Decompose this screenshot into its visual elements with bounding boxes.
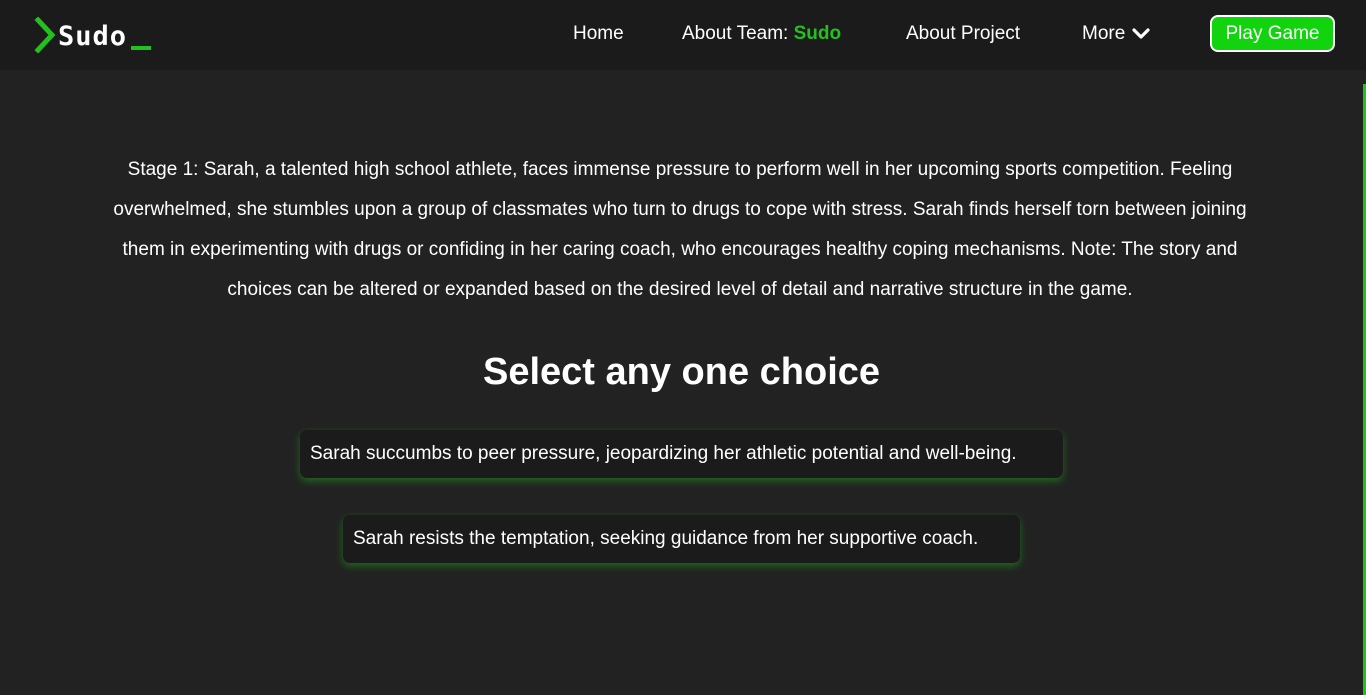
logo-text: Sudo bbox=[58, 20, 128, 52]
choice-button-2[interactable]: Sarah resists the temptation, seeking gu… bbox=[343, 515, 1020, 563]
nav-about-team-link[interactable]: About Team: Sudo bbox=[682, 22, 841, 46]
terminal-chevron-icon bbox=[34, 17, 56, 53]
nav-more-dropdown[interactable]: More bbox=[1082, 22, 1151, 46]
nav-more-label: More bbox=[1082, 23, 1126, 44]
logo-cursor bbox=[131, 46, 152, 50]
nav-about-team-label: About Team: bbox=[682, 23, 794, 44]
story-text: Stage 1: Sarah, a talented high school a… bbox=[113, 159, 1247, 300]
nav-about-project-link[interactable]: About Project bbox=[906, 22, 1020, 46]
play-game-button[interactable]: Play Game bbox=[1210, 15, 1335, 52]
choice-heading: Select any one choice bbox=[482, 351, 881, 393]
sudo-logo[interactable]: Sudo bbox=[34, 16, 152, 54]
nav-home-link[interactable]: Home bbox=[573, 22, 624, 46]
choice-button-1[interactable]: Sarah succumbs to peer pressure, jeopard… bbox=[300, 430, 1063, 478]
navbar: Sudo Home About Team: Sudo About Project… bbox=[0, 0, 1366, 70]
chevron-down-icon bbox=[1132, 28, 1150, 39]
nav-team-name: Sudo bbox=[793, 23, 842, 44]
